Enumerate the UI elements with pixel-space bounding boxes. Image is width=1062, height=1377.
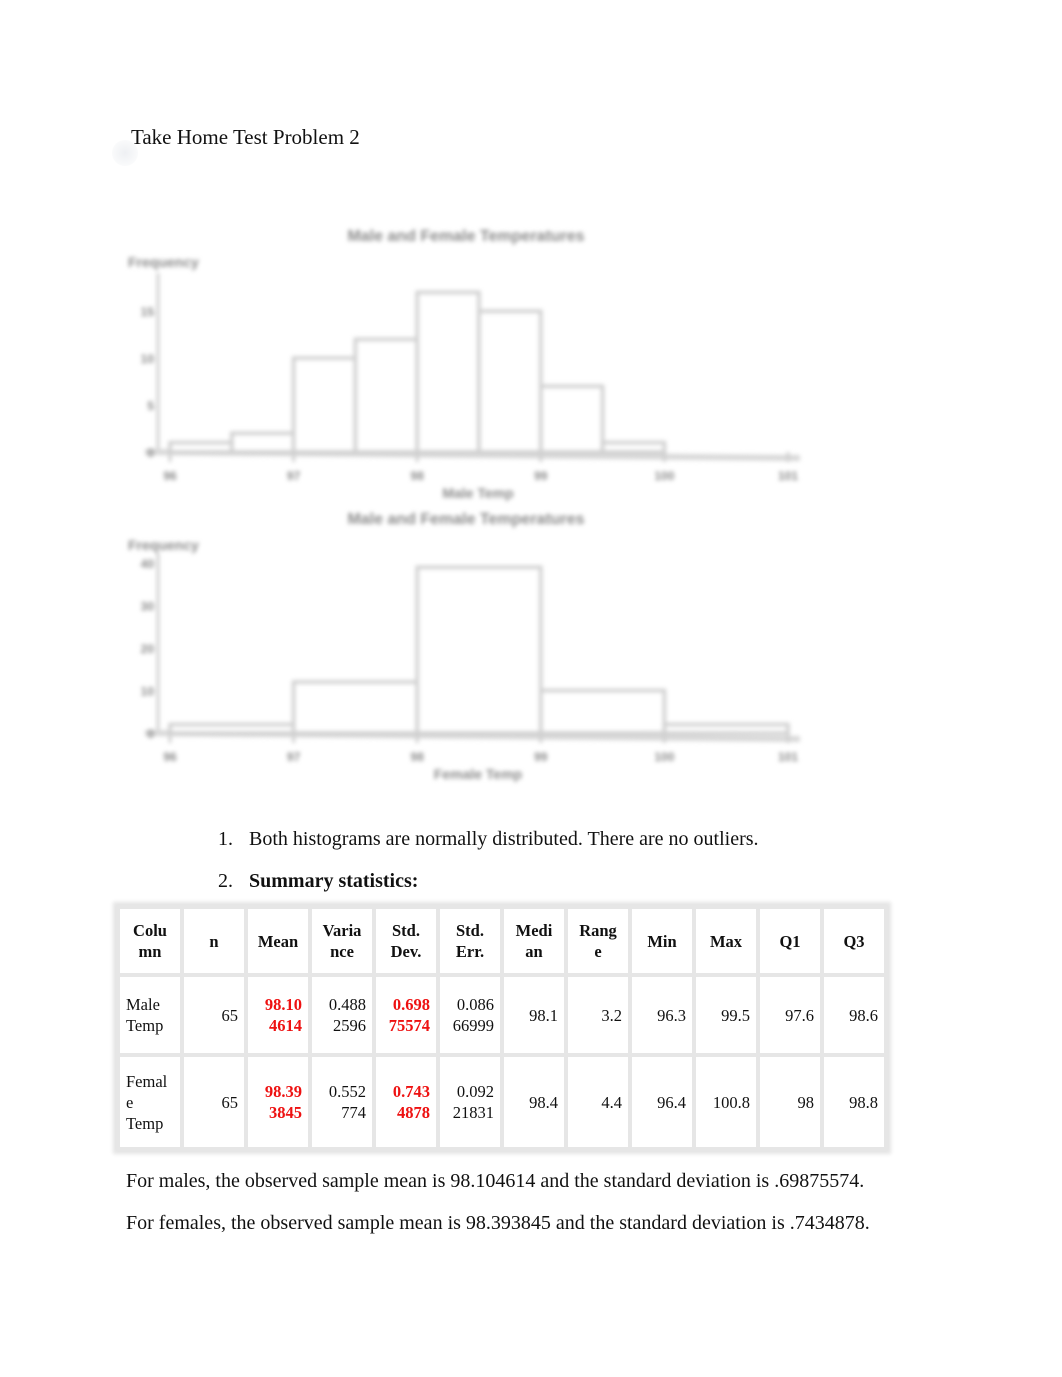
histogram-bar xyxy=(600,440,667,454)
cell-label: Femal e Temp xyxy=(116,1053,184,1151)
x-tick-label: 99 xyxy=(534,750,548,764)
cell-mean: 98.39 3845 xyxy=(244,1053,312,1151)
histogram-bar xyxy=(353,337,419,454)
histogram-bar xyxy=(168,722,296,735)
header-std-err: Std. Err. xyxy=(436,905,504,977)
histogram-bar xyxy=(539,384,605,454)
x-tick-label: 97 xyxy=(287,750,301,764)
cell-median: 98.1 xyxy=(500,973,568,1057)
x-tick-label: 100 xyxy=(654,469,674,483)
header-std-dev: Std. Dev. xyxy=(372,905,440,977)
cell-min: 96.4 xyxy=(628,1053,696,1151)
cell-q1: 97.6 xyxy=(756,973,824,1057)
histogram-bar xyxy=(291,680,419,735)
x-axis-label: Female Temp xyxy=(434,766,522,782)
y-tick-label: 30 xyxy=(141,600,155,614)
y-tick-label: 15 xyxy=(141,305,155,319)
header-column: Colu mn xyxy=(116,905,184,977)
table-header-row: Colu mn n Mean Varia nce Std. Dev. Std. Err.… xyxy=(116,905,888,977)
y-tick-label: 10 xyxy=(141,685,155,699)
cell-label: Male Temp xyxy=(116,973,184,1057)
x-tick-label: 98 xyxy=(411,750,425,764)
x-tick-label: 100 xyxy=(654,750,674,764)
document-title: Take Home Test Problem 2 xyxy=(131,125,360,149)
header-q1: Q1 xyxy=(756,905,824,977)
male-temp-histogram-svg: Male and Female Temperatures Frequency 0 5 1… xyxy=(128,228,801,501)
cell-n: 65 xyxy=(180,973,248,1057)
female-summary-paragraph: For females, the observed sample mean is… xyxy=(126,1212,870,1234)
chart-title: Male and Female Temperatures xyxy=(347,511,584,528)
cell-max: 100.8 xyxy=(692,1053,760,1151)
x-tick-label: 96 xyxy=(163,750,177,764)
y-axis-label: Frequency xyxy=(128,254,199,270)
cell-max: 99.5 xyxy=(692,973,760,1057)
chart-title: Male and Female Temperatures xyxy=(347,228,584,245)
header-range: Rang e xyxy=(564,905,632,977)
list-item-2: 2. Summary statistics: xyxy=(218,870,418,893)
y-tick-label: 10 xyxy=(141,352,155,366)
histogram-bar xyxy=(168,440,234,454)
male-temp-histogram: Male and Female Temperatures Frequency 0 5 1… xyxy=(0,215,1062,505)
cell-std-err: 0.092 21831 xyxy=(436,1053,504,1151)
x-tick-label: 96 xyxy=(163,469,177,483)
cell-n: 65 xyxy=(180,1053,248,1151)
female-temp-histogram: Male and Female Temperatures Frequency 0 10… xyxy=(0,500,1062,795)
x-axis-label: Male Temp xyxy=(442,485,513,501)
cell-min: 96.3 xyxy=(628,973,696,1057)
cell-range: 4.4 xyxy=(564,1053,632,1151)
x-tick-label: 99 xyxy=(534,469,548,483)
header-min: Min xyxy=(628,905,696,977)
histogram-bar xyxy=(230,431,296,454)
y-tick-label: 40 xyxy=(141,557,155,571)
y-tick-label: 0 xyxy=(147,446,154,460)
header-q3: Q3 xyxy=(820,905,888,977)
histogram-bar xyxy=(291,356,358,454)
header-max: Max xyxy=(692,905,760,977)
cell-range: 3.2 xyxy=(564,973,632,1057)
histogram-bar xyxy=(477,309,543,454)
histogram-bar xyxy=(662,722,790,735)
table-row: Male Temp 65 98.10 4614 0.488 2596 0.698 755… xyxy=(116,973,888,1057)
list-number: 1. xyxy=(218,828,233,850)
header-median: Medi an xyxy=(500,905,568,977)
y-tick-label: 20 xyxy=(141,642,155,656)
x-tick-label: 98 xyxy=(411,469,425,483)
histogram-bar xyxy=(539,688,667,735)
x-tick-label: 101 xyxy=(778,469,798,483)
cell-std-dev: 0.698 75574 xyxy=(372,973,440,1057)
histogram-bar xyxy=(415,565,543,735)
header-mean: Mean xyxy=(244,905,312,977)
cell-variance: 0.488 2596 xyxy=(308,973,376,1057)
cell-variance: 0.552 774 xyxy=(308,1053,376,1151)
cell-q3: 98.8 xyxy=(820,1053,888,1151)
header-column-label: Colu mn xyxy=(133,921,167,961)
list-number: 2. xyxy=(218,870,233,892)
summary-statistics-table: Colu mn n Mean Varia nce Std. Dev. Std. Err.… xyxy=(116,905,888,1151)
cell-std-dev: 0.743 4878 xyxy=(372,1053,440,1151)
cell-q3: 98.6 xyxy=(820,973,888,1057)
y-tick-label: 5 xyxy=(147,399,154,413)
cell-mean: 98.10 4614 xyxy=(244,973,312,1057)
y-axis-label: Frequency xyxy=(128,537,199,553)
male-summary-paragraph: For males, the observed sample mean is 9… xyxy=(126,1170,865,1192)
list-text: Both histograms are normally distributed… xyxy=(249,828,759,850)
cell-median: 98.4 xyxy=(500,1053,568,1151)
female-temp-histogram-svg: Male and Female Temperatures Frequency 0 10… xyxy=(128,511,801,782)
list-item-1: 1. Both histograms are normally distribut… xyxy=(218,828,759,851)
x-tick-label: 101 xyxy=(778,750,798,764)
header-variance: Varia nce xyxy=(308,905,376,977)
list-text: Summary statistics: xyxy=(249,870,419,892)
table-row: Femal e Temp 65 98.39 3845 0.552 774 0.743 48… xyxy=(116,1053,888,1151)
x-tick-label: 97 xyxy=(287,469,301,483)
cell-q1: 98 xyxy=(756,1053,824,1151)
histogram-bar xyxy=(415,290,481,454)
cell-std-err: 0.086 66999 xyxy=(436,973,504,1057)
header-n: n xyxy=(180,905,248,977)
y-tick-label: 0 xyxy=(147,727,154,741)
